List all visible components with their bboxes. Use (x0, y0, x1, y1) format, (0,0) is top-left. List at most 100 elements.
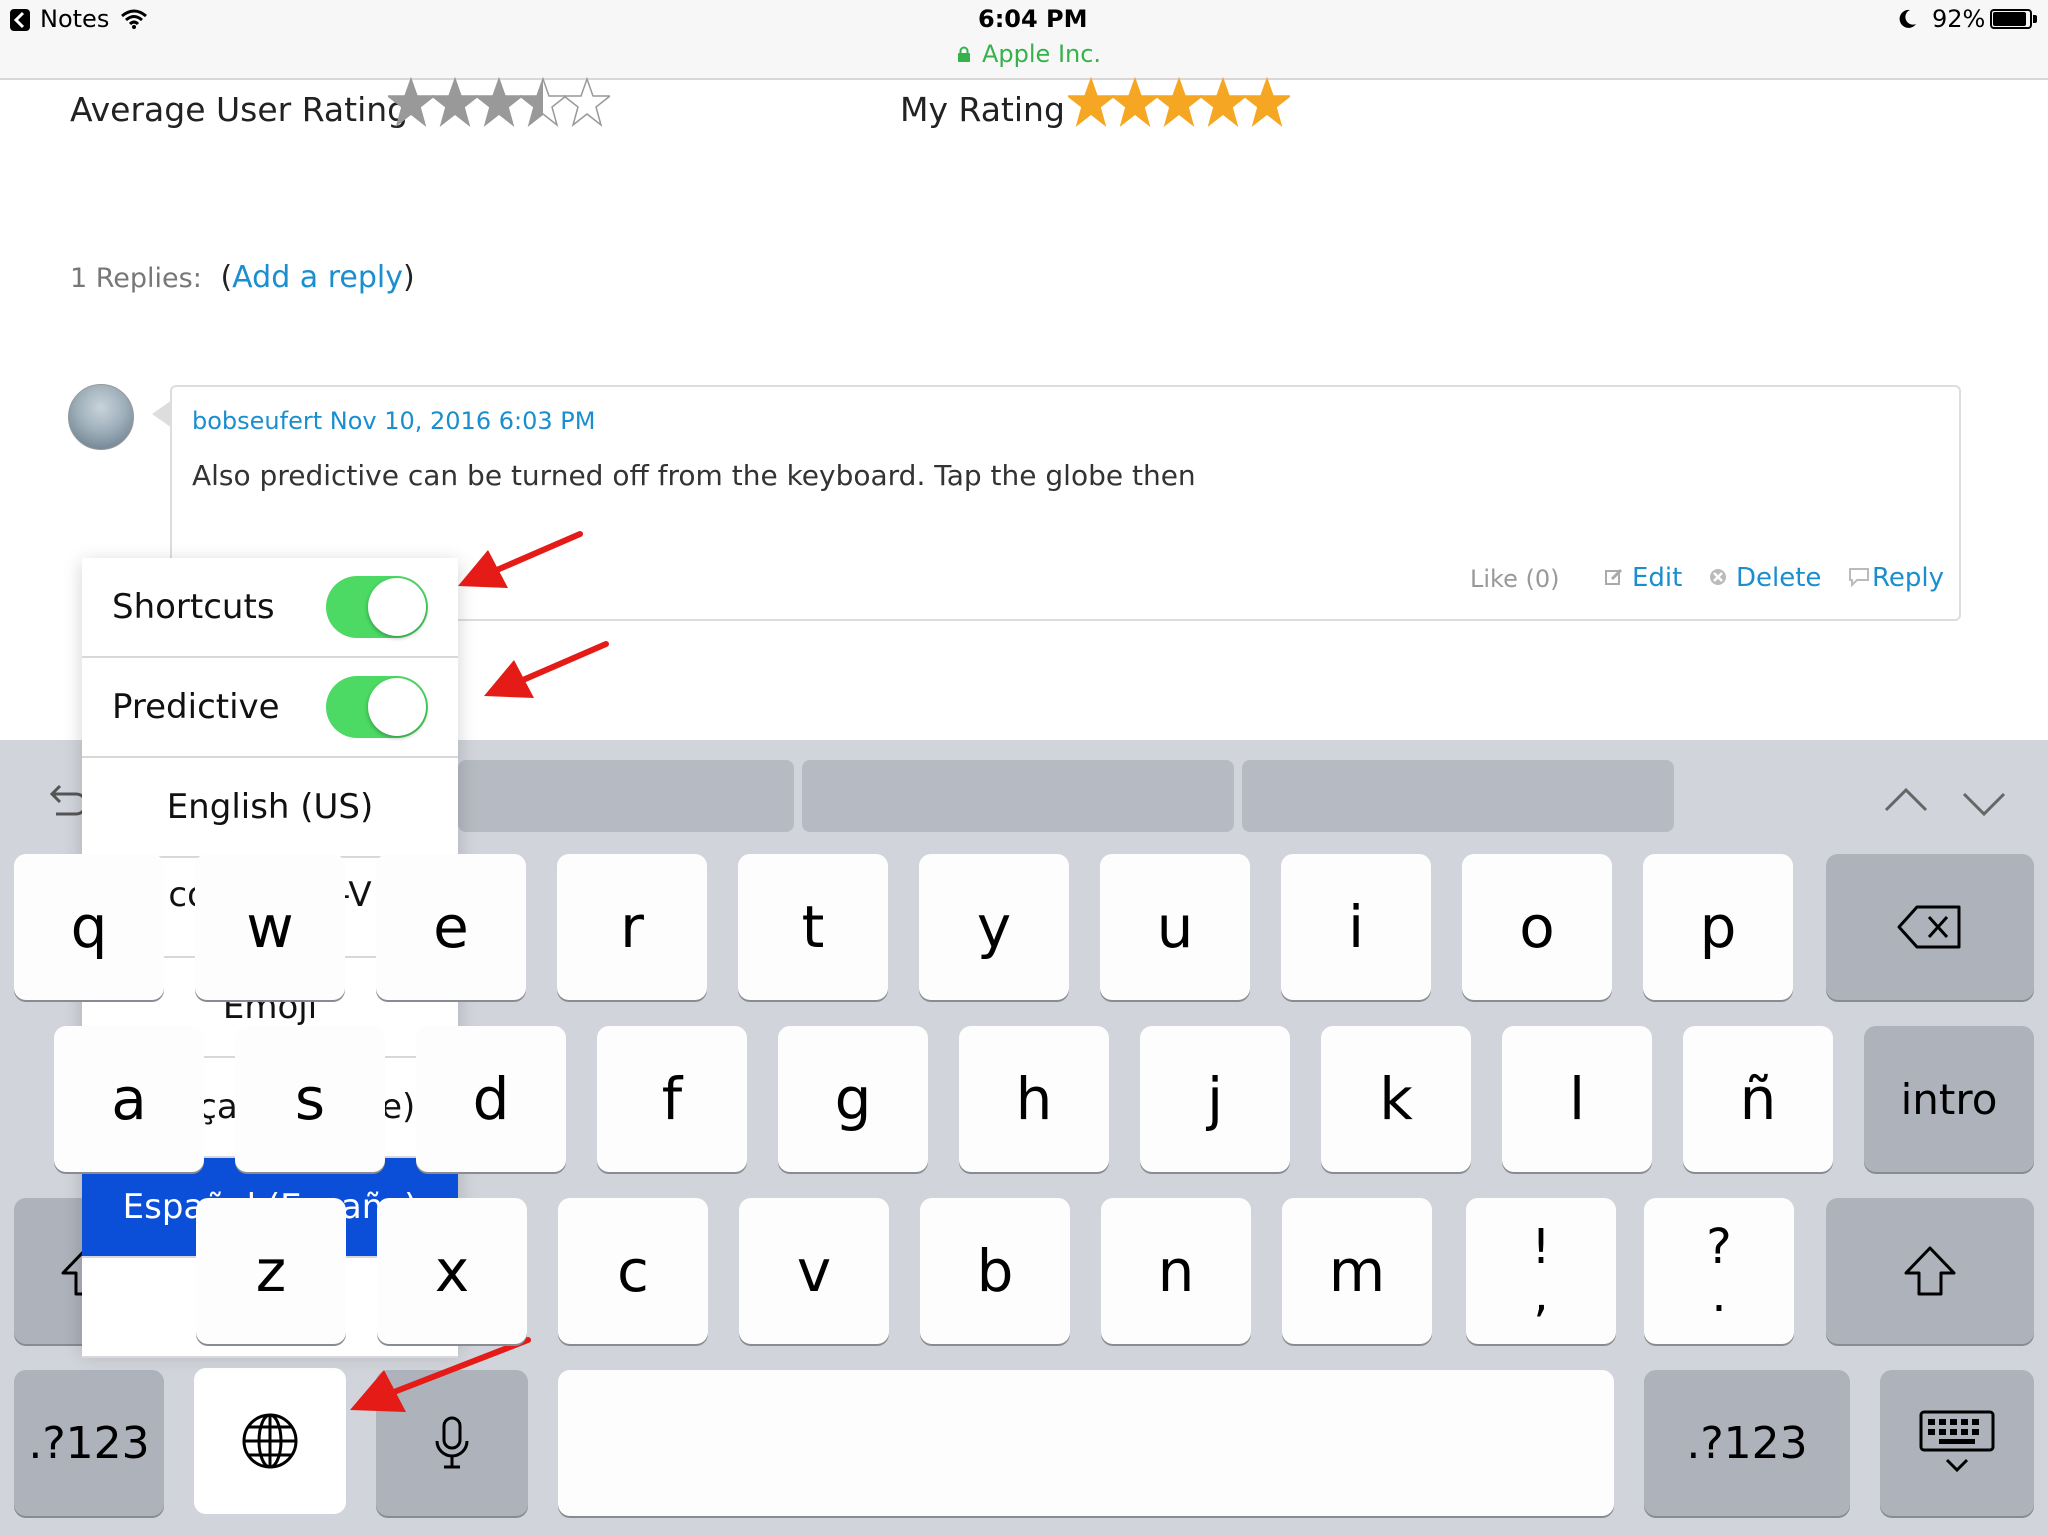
suggestion-slot-1[interactable] (458, 760, 794, 832)
my-rating-label: My Rating (900, 90, 1065, 129)
key-w[interactable]: w (195, 854, 345, 1000)
suggestion-slot-3[interactable] (1242, 760, 1674, 832)
site-name: Apple Inc. (982, 40, 1102, 68)
status-bar: Notes 6:04 PM Apple Inc. 92% (0, 0, 2048, 80)
key-l[interactable]: l (1502, 1026, 1652, 1172)
star-icon (388, 76, 434, 128)
shift-icon (1904, 1246, 1956, 1296)
moon-icon (1898, 8, 1918, 35)
reply-icon (1848, 567, 1870, 592)
backspace-icon (1897, 905, 1961, 949)
key-u[interactable]: u (1100, 854, 1250, 1000)
numbers-key-right[interactable]: .?123 (1644, 1370, 1850, 1516)
battery-icon (1990, 9, 2038, 31)
star-icon[interactable] (1112, 76, 1158, 132)
replies-line: 1 Replies: (Add a reply) (70, 260, 415, 295)
dismiss-keyboard-key[interactable] (1880, 1370, 2034, 1516)
delete-icon (1708, 567, 1728, 592)
battery-percent: 92% (1932, 5, 1986, 33)
key-m[interactable]: m (1282, 1198, 1432, 1344)
star-icon[interactable] (1200, 76, 1246, 132)
globe-icon (242, 1413, 298, 1469)
add-reply-link[interactable]: Add a reply (232, 260, 403, 295)
key-e[interactable]: e (376, 854, 526, 1000)
key-t[interactable]: t (738, 854, 888, 1000)
key-v[interactable]: v (739, 1198, 889, 1344)
predictive-toggle[interactable] (326, 676, 428, 738)
average-rating-stars (388, 74, 628, 140)
replies-count: 1 Replies: (70, 263, 202, 294)
star-icon[interactable] (1244, 76, 1290, 132)
edit-icon (1604, 567, 1624, 592)
microphone-icon (435, 1416, 469, 1469)
average-rating-label: Average User Rating (70, 90, 409, 129)
star-icon[interactable] (1068, 76, 1114, 132)
key-a[interactable]: a (54, 1026, 204, 1172)
key-f[interactable]: f (597, 1026, 747, 1172)
exclamation-comma-key[interactable]: ! , (1466, 1198, 1616, 1344)
key-g[interactable]: g (778, 1026, 928, 1172)
key-ñ[interactable]: ñ (1683, 1026, 1833, 1172)
shortcuts-row: Shortcuts (82, 558, 458, 658)
key-r[interactable]: r (557, 854, 707, 1000)
comma-label: , (1533, 1267, 1549, 1323)
star-icon (432, 76, 478, 128)
avatar[interactable] (68, 384, 134, 450)
shortcuts-label: Shortcuts (112, 587, 275, 627)
enter-key[interactable]: intro (1864, 1026, 2034, 1172)
comment-body: Also predictive can be turned off from t… (192, 459, 1196, 492)
exclamation-label: ! (1531, 1219, 1551, 1275)
numbers-key-left[interactable]: .?123 (14, 1370, 164, 1516)
comment-meta[interactable]: bobseufert Nov 10, 2016 6:03 PM (192, 407, 595, 435)
my-rating-stars[interactable] (1068, 74, 1308, 140)
comment-pointer (152, 400, 172, 428)
close-paren: ) (402, 260, 415, 295)
shortcuts-toggle[interactable] (326, 576, 428, 638)
red-arrow-icon (458, 531, 583, 588)
key-p[interactable]: p (1643, 854, 1793, 1000)
predictive-row: Predictive (82, 658, 458, 758)
suggestion-slot-2[interactable] (802, 760, 1234, 832)
key-c[interactable]: c (558, 1198, 708, 1344)
star-icon (520, 76, 566, 128)
key-n[interactable]: n (1101, 1198, 1251, 1344)
chevron-up-icon[interactable] (1884, 786, 1928, 819)
space-bar[interactable] (558, 1370, 1614, 1516)
key-d[interactable]: d (416, 1026, 566, 1172)
star-icon[interactable] (1156, 76, 1202, 132)
question-period-key[interactable]: ? . (1644, 1198, 1794, 1344)
key-k[interactable]: k (1321, 1026, 1471, 1172)
key-h[interactable]: h (959, 1026, 1109, 1172)
key-y[interactable]: y (919, 854, 1069, 1000)
key-i[interactable]: i (1281, 854, 1431, 1000)
back-chevron-icon[interactable] (10, 9, 30, 31)
open-paren: ( (220, 260, 233, 295)
keyboard-dismiss-icon (1919, 1410, 1995, 1473)
question-label: ? (1706, 1219, 1732, 1275)
red-arrow-icon (484, 641, 609, 698)
backspace-key[interactable] (1826, 854, 2034, 1000)
globe-key[interactable] (194, 1368, 346, 1514)
back-app-label[interactable]: Notes (40, 5, 109, 33)
key-q[interactable]: q (14, 854, 164, 1000)
reply-button[interactable]: Reply (1872, 563, 1944, 593)
status-time: 6:04 PM (978, 5, 1088, 33)
key-b[interactable]: b (920, 1198, 1070, 1344)
predictive-label: Predictive (112, 687, 280, 727)
delete-button[interactable]: Delete (1736, 563, 1821, 593)
edit-button[interactable]: Edit (1632, 563, 1682, 593)
period-label: . (1711, 1267, 1727, 1323)
star-icon (564, 76, 610, 128)
shift-key-right[interactable] (1826, 1198, 2034, 1344)
star-icon (476, 76, 522, 128)
lock-icon (957, 46, 971, 67)
chevron-down-icon[interactable] (1962, 790, 2006, 823)
wifi-icon (120, 8, 148, 35)
key-s[interactable]: s (235, 1026, 385, 1172)
language-option[interactable]: English (US) (82, 758, 458, 858)
key-x[interactable]: x (377, 1198, 527, 1344)
like-button[interactable]: Like (0) (1470, 565, 1559, 593)
key-j[interactable]: j (1140, 1026, 1290, 1172)
key-o[interactable]: o (1462, 854, 1612, 1000)
key-z[interactable]: z (196, 1198, 346, 1344)
